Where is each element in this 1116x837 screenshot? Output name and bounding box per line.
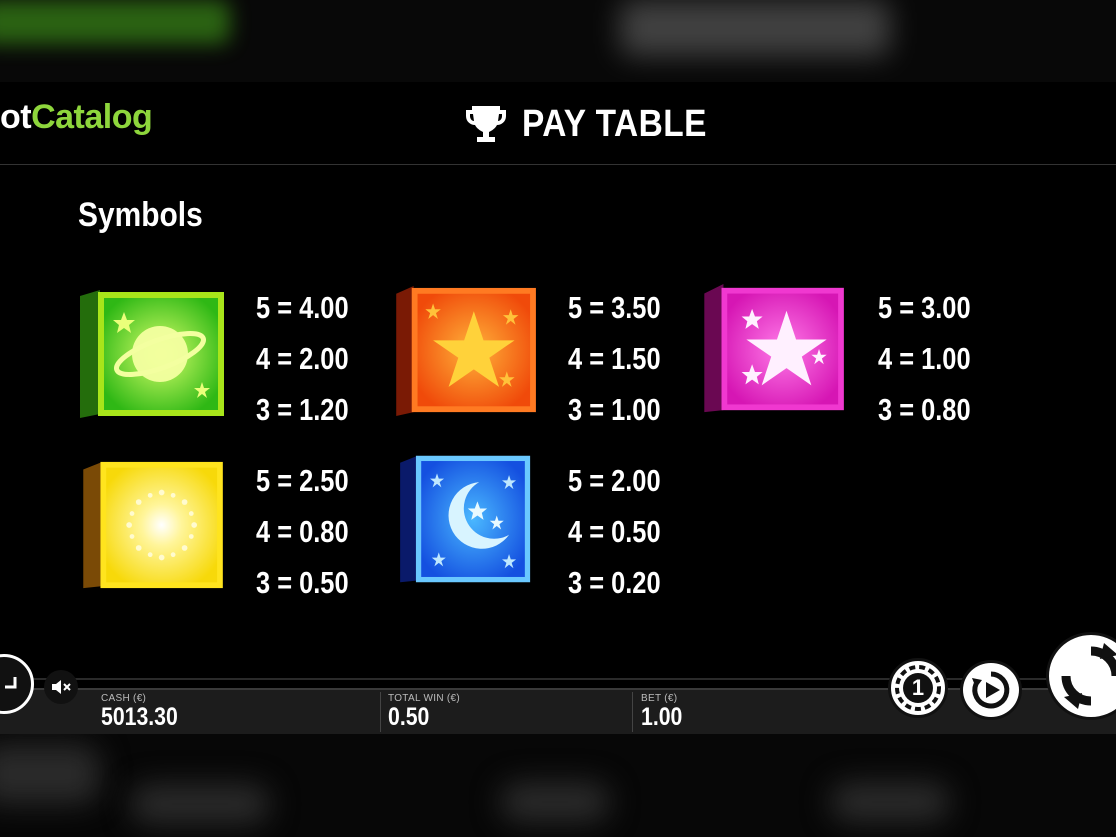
page-title: PAY TABLE — [522, 102, 707, 145]
spin-button[interactable] — [1046, 632, 1116, 720]
orange-star-paytable: 5 = 3.50 4 = 1.50 3 = 1.00 — [568, 282, 661, 435]
blurred-title — [620, 0, 890, 56]
pink-star-symbol — [704, 284, 844, 413]
logo-text-white: ot — [0, 98, 32, 136]
total-win-value: 0.50 — [388, 703, 430, 731]
blurred-logo — [0, 0, 230, 44]
pay-line: 4 = 0.50 — [568, 514, 661, 549]
pay-line: 5 = 3.00 — [878, 290, 971, 325]
section-title: Symbols — [78, 196, 203, 234]
yellow-sun-symbol — [83, 461, 223, 589]
yellow-sun-paytable: 5 = 2.50 4 = 0.80 3 = 0.50 — [256, 455, 349, 608]
header-divider — [0, 164, 1116, 165]
pay-line: 4 = 2.00 — [256, 341, 349, 376]
blue-moon-symbol — [400, 455, 531, 583]
bet-field: BET (€) 1.00 — [641, 690, 690, 730]
green-planet-symbol — [80, 290, 224, 418]
autoplay-icon — [972, 671, 1010, 709]
cash-field: CASH (€) 5013.30 — [101, 690, 191, 730]
pay-line: 5 = 2.00 — [568, 463, 661, 498]
pay-line: 4 = 1.00 — [878, 341, 971, 376]
bottom-status-bar: CASH (€) 5013.30 TOTAL WIN (€) 0.50 BET … — [0, 688, 1116, 734]
pink-star-paytable: 5 = 3.00 4 = 1.00 3 = 0.80 — [878, 282, 971, 435]
paytable-header: PAY TABLE — [464, 102, 732, 146]
bar-separator — [632, 692, 633, 732]
pay-line: 3 = 0.80 — [878, 392, 971, 427]
pay-line: 4 = 0.80 — [256, 514, 349, 549]
bet-value: 1.00 — [641, 703, 683, 731]
blurred-top-strip — [0, 0, 1116, 82]
pay-line: 3 = 0.50 — [256, 565, 349, 600]
bar-top-line — [0, 678, 1116, 680]
blurred-bottom-strip — [0, 734, 1116, 837]
bar-separator — [380, 692, 381, 732]
pay-line: 3 = 0.20 — [568, 565, 661, 600]
slotcatalog-logo: otCatalog — [0, 98, 153, 137]
cash-value: 5013.30 — [101, 703, 178, 731]
pay-line: 5 = 4.00 — [256, 290, 349, 325]
trophy-icon — [466, 106, 506, 142]
logo-text-green: Catalog — [31, 98, 153, 136]
pay-line: 3 = 1.00 — [568, 392, 661, 427]
pay-line: 5 = 2.50 — [256, 463, 349, 498]
pay-line: 3 = 1.20 — [256, 392, 349, 427]
green-planet-paytable: 5 = 4.00 4 = 2.00 3 = 1.20 — [256, 282, 349, 435]
autoplay-button[interactable] — [960, 660, 1022, 720]
mute-button[interactable] — [44, 670, 78, 704]
coin-value-text: 1 — [911, 675, 925, 700]
orange-star-symbol — [396, 286, 536, 416]
pay-line: 5 = 3.50 — [568, 290, 661, 325]
pay-line: 4 = 1.50 — [568, 341, 661, 376]
coin-value-button[interactable]: 1 — [888, 658, 948, 718]
back-icon — [5, 677, 17, 689]
spin-icon — [1061, 643, 1116, 709]
blue-moon-paytable: 5 = 2.00 4 = 0.50 3 = 0.20 — [568, 455, 661, 608]
total-win-field: TOTAL WIN (€) 0.50 — [388, 690, 460, 730]
mute-icon — [52, 680, 71, 694]
